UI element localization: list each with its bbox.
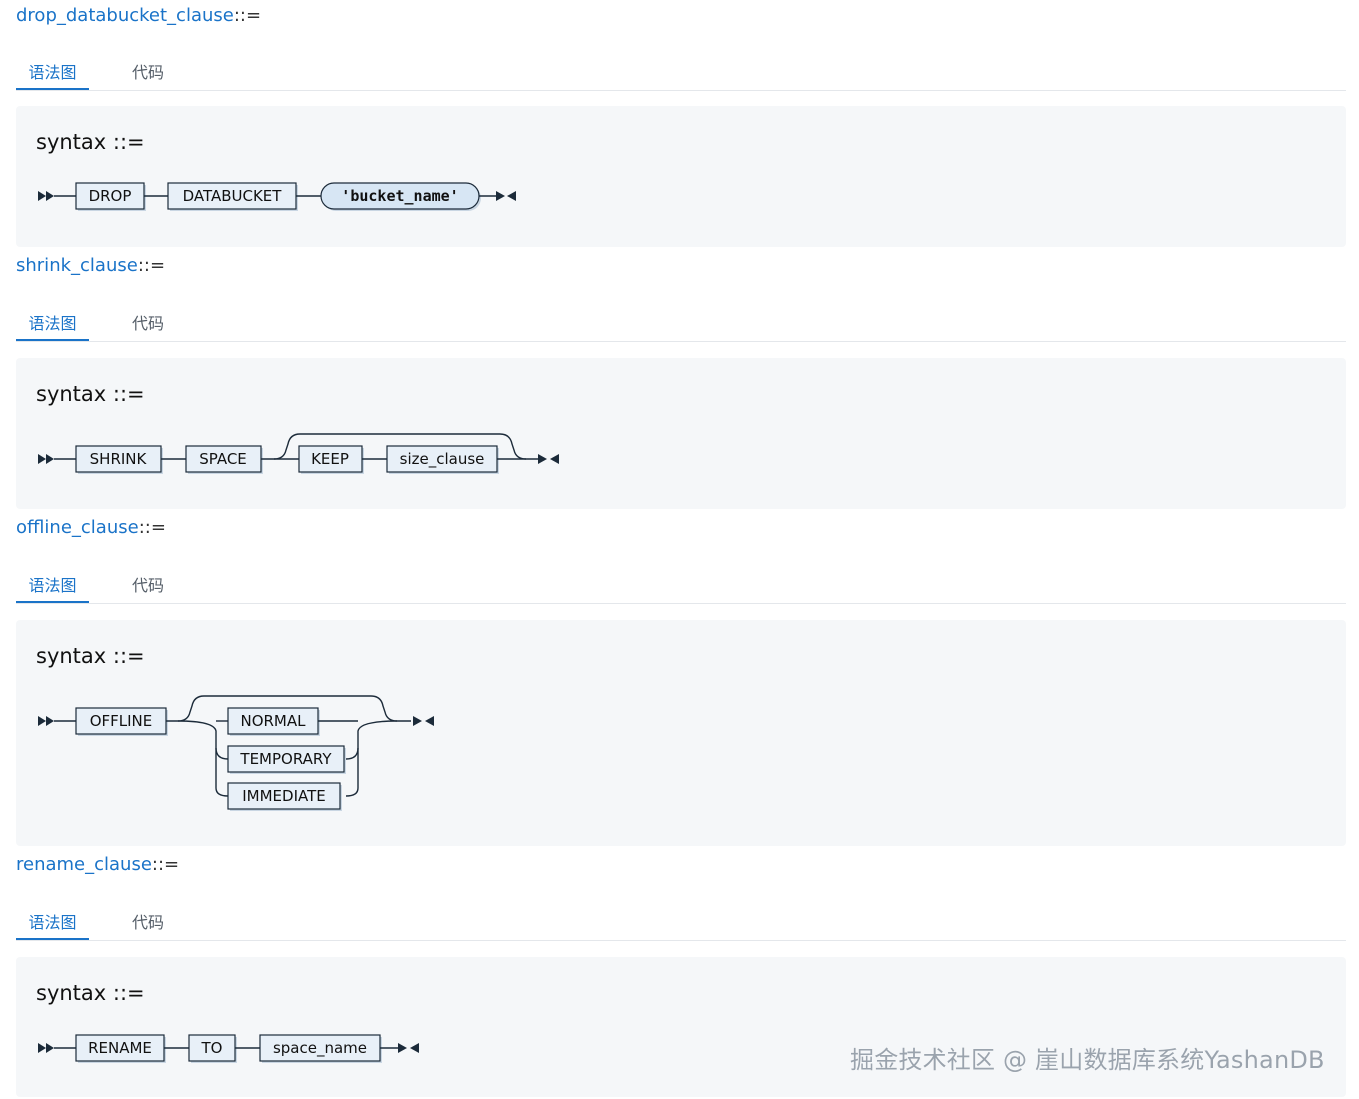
tab-code[interactable]: 代码 — [118, 906, 178, 939]
tab-code[interactable]: 代码 — [118, 56, 178, 89]
tab-syntax-diagram[interactable]: 语法图 — [16, 569, 89, 603]
token-temporary-label: TEMPORARY — [239, 750, 332, 768]
token-drop-label: DROP — [89, 187, 132, 205]
tab-code[interactable]: 代码 — [118, 569, 178, 602]
railroad-diagram: DROP DATABUCKET 'bucket_name' — [38, 182, 516, 211]
tab-bar: 语法图 代码 — [16, 569, 1346, 604]
tab-bar: 语法图 代码 — [16, 906, 1346, 941]
rule-operator: ::= — [151, 854, 180, 875]
end-arrow-icon — [413, 716, 434, 726]
tab-code[interactable]: 代码 — [118, 307, 178, 340]
end-arrow-icon — [538, 454, 559, 464]
start-arrow-icon — [38, 191, 54, 201]
rule-name-link[interactable]: offline_clause — [16, 517, 139, 538]
token-space-label: SPACE — [199, 450, 247, 468]
token-to-label: TO — [201, 1039, 223, 1057]
token-offline-label: OFFLINE — [90, 712, 153, 730]
section-title-offline: offline_clause::= — [16, 516, 166, 540]
token-keep-label: KEEP — [311, 450, 349, 468]
section-title-rename: rename_clause::= — [16, 853, 179, 877]
token-immediate-label: IMMEDIATE — [242, 787, 326, 805]
token-shrink-label: SHRINK — [90, 450, 148, 468]
token-rename-label: RENAME — [88, 1039, 152, 1057]
token-normal-label: NORMAL — [240, 712, 306, 730]
rule-operator: ::= — [138, 517, 166, 538]
syntax-diagram-panel: syntax ::= DROP DATABUCKET 'bucket_name' — [16, 106, 1346, 247]
token-size-clause-label: size_clause — [400, 450, 485, 469]
token-bucket-name-label: 'bucket_name' — [341, 187, 458, 205]
syntax-diagram-panel: syntax ::= SHRINK SPACE KEEP size_clause — [16, 358, 1346, 509]
railroad-diagram: RENAME TO space_name — [38, 1034, 419, 1063]
tab-syntax-diagram[interactable]: 语法图 — [16, 307, 89, 341]
rule-name-link[interactable]: drop_databucket_clause — [16, 5, 234, 26]
watermark: 掘金技术社区 @ 崖山数据库系统YashanDB — [850, 1046, 1325, 1074]
token-databucket-label: DATABUCKET — [183, 187, 283, 205]
tab-bar: 语法图 代码 — [16, 56, 1346, 91]
section-title-drop-databucket: drop_databucket_clause::= — [16, 4, 261, 28]
start-arrow-icon — [38, 1043, 54, 1053]
railroad-diagram: SHRINK SPACE KEEP size_clause — [38, 433, 559, 474]
end-arrow-icon — [398, 1043, 419, 1053]
rule-name-link[interactable]: rename_clause — [16, 854, 152, 875]
syntax-diagram-panel: syntax ::= RENAME TO space_name — [16, 957, 1346, 1097]
railroad-diagram: OFFLINE NORMAL TEMPORARY IMMEDIATE — [38, 695, 434, 811]
rule-name-link[interactable]: shrink_clause — [16, 255, 138, 276]
tab-syntax-diagram[interactable]: 语法图 — [16, 906, 89, 940]
end-arrow-icon — [496, 191, 516, 201]
tab-bar: 语法图 代码 — [16, 307, 1346, 342]
start-arrow-icon — [38, 454, 54, 464]
syntax-diagram-panel: syntax ::= OFFLINE NORMAL TEMPORARY IMME… — [16, 620, 1346, 846]
start-arrow-icon — [38, 716, 54, 726]
token-space-name-label: space_name — [273, 1039, 367, 1058]
tab-syntax-diagram[interactable]: 语法图 — [16, 56, 89, 90]
rule-operator: ::= — [233, 5, 262, 26]
rule-operator: ::= — [137, 255, 166, 276]
section-title-shrink: shrink_clause::= — [16, 254, 165, 278]
